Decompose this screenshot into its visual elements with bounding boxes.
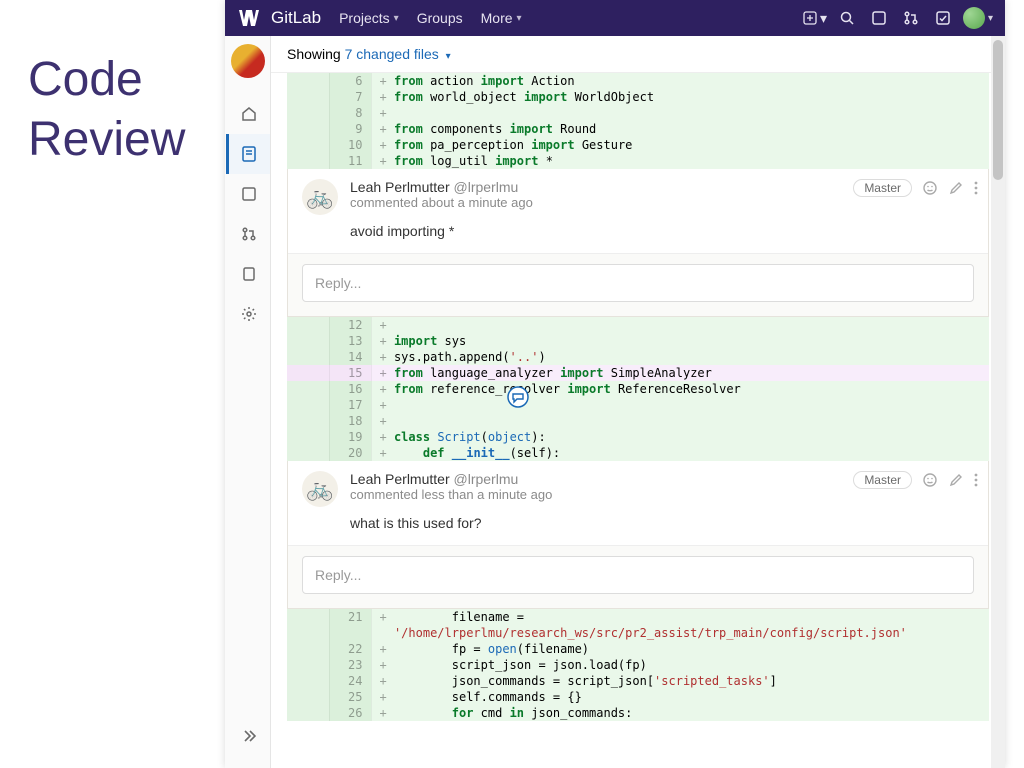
search-icon[interactable] [833, 4, 861, 32]
code-line[interactable]: 20+ def __init__(self): [287, 445, 989, 461]
comment-body: what is this used for? [288, 511, 988, 545]
comment-timestamp: commented less than a minute ago [350, 487, 552, 502]
code-line[interactable]: 14+ sys.path.append('..') [287, 349, 989, 365]
nav-more[interactable]: More▾ [481, 10, 522, 26]
reply-input[interactable]: Reply... [302, 556, 974, 594]
todos-icon[interactable] [929, 4, 957, 32]
chevron-down-icon: ▾ [517, 13, 522, 24]
slide-title-line2: Review [28, 110, 185, 170]
issues-icon[interactable] [865, 4, 893, 32]
chevron-down-icon: ▾ [446, 51, 451, 62]
code-line[interactable]: 16+ from reference_resolver import Refer… [287, 381, 989, 397]
slide-title-line1: Code [28, 50, 185, 110]
comment-timestamp: commented about a minute ago [350, 195, 533, 210]
slide-title: Code Review [28, 50, 185, 170]
edit-icon[interactable] [948, 180, 964, 196]
scrollbar-thumb[interactable] [993, 40, 1003, 180]
code-line[interactable]: '/home/lrperlmu/research_ws/src/pr2_assi… [287, 625, 989, 641]
sidebar-item-snippets[interactable] [226, 254, 270, 294]
chevron-down-icon: ▾ [820, 10, 827, 27]
code-line[interactable]: 6+ from action import Action [287, 73, 989, 89]
sidebar-expand[interactable] [226, 716, 270, 756]
sidebar-item-home[interactable] [226, 94, 270, 134]
line-comment-indicator[interactable] [507, 386, 529, 408]
chevron-down-icon: ▾ [394, 13, 399, 24]
code-table-c: 21+ filename = '/home/lrperlmu/research_… [287, 609, 989, 721]
more-icon[interactable] [974, 180, 978, 196]
commenter-identity: Leah Perlmutter @lrperlmu [350, 179, 533, 195]
sidebar-item-merge-requests[interactable] [226, 214, 270, 254]
comment-card-b: 🚲 Leah Perlmutter @lrperlmu commented le… [287, 461, 989, 609]
gitlab-app-frame: GitLab Projects▾ Groups More▾ ▾ ▾ [225, 0, 1005, 768]
code-line[interactable]: 18+ [287, 413, 989, 429]
code-line[interactable]: 12+ [287, 317, 989, 333]
commenter-name: Leah Perlmutter [350, 179, 450, 195]
nav-groups[interactable]: Groups [417, 10, 463, 26]
changed-files-link[interactable]: 7 changed files ▾ [345, 46, 451, 62]
code-line[interactable]: 8+ [287, 105, 989, 121]
commenter-name: Leah Perlmutter [350, 471, 450, 487]
user-avatar[interactable] [963, 7, 985, 29]
sidebar-item-issues[interactable] [226, 174, 270, 214]
code-line[interactable]: 22+ fp = open(filename) [287, 641, 989, 657]
role-badge: Master [853, 471, 912, 489]
commenter-handle: @lrperlmu [454, 179, 519, 195]
sidebar-item-repository[interactable] [226, 134, 270, 174]
sidebar [225, 36, 271, 768]
new-dropdown[interactable]: ▾ [801, 4, 829, 32]
code-line[interactable]: 25+ self.commands = {} [287, 689, 989, 705]
chevron-down-icon: ▾ [988, 13, 993, 24]
sidebar-item-settings[interactable] [226, 294, 270, 334]
showing-prefix: Showing [287, 46, 345, 62]
uw-logo[interactable] [237, 6, 261, 30]
code-line[interactable]: 23+ script_json = json.load(fp) [287, 657, 989, 673]
code-line[interactable]: 19+ class Script(object): [287, 429, 989, 445]
edit-icon[interactable] [948, 472, 964, 488]
code-table-a: 6+ from action import Action7+ from worl… [287, 73, 989, 169]
emoji-icon[interactable] [922, 180, 938, 196]
diff-content: Showing 7 changed files ▾ 6+ from action… [271, 36, 1005, 768]
code-line[interactable]: 9+ from components import Round [287, 121, 989, 137]
code-table-b: 12+ 13+ import sys14+ sys.path.append('.… [287, 317, 989, 461]
project-avatar[interactable] [231, 44, 265, 78]
more-icon[interactable] [974, 472, 978, 488]
nav-projects[interactable]: Projects▾ [339, 10, 399, 26]
emoji-icon[interactable] [922, 472, 938, 488]
commenter-handle: @lrperlmu [454, 471, 519, 487]
code-line[interactable]: 13+ import sys [287, 333, 989, 349]
comment-body: avoid importing * [288, 219, 988, 253]
code-line[interactable]: 24+ json_commands = script_json['scripte… [287, 673, 989, 689]
merge-requests-icon[interactable] [897, 4, 925, 32]
code-line[interactable]: 10+ from pa_perception import Gesture [287, 137, 989, 153]
commenter-avatar[interactable]: 🚲 [302, 179, 338, 215]
code-line[interactable]: 11+ from log_util import * [287, 153, 989, 169]
commenter-avatar[interactable]: 🚲 [302, 471, 338, 507]
role-badge: Master [853, 179, 912, 197]
code-line[interactable]: 17+ [287, 397, 989, 413]
scrollbar[interactable] [991, 36, 1005, 768]
comment-card-a: 🚲 Leah Perlmutter @lrperlmu commented ab… [287, 169, 989, 317]
diff-block-a: 6+ from action import Action7+ from worl… [287, 73, 989, 169]
diff-block-c: 21+ filename = '/home/lrperlmu/research_… [287, 609, 989, 721]
changed-files-bar: Showing 7 changed files ▾ [271, 36, 1005, 73]
code-line[interactable]: 15+ from language_analyzer import Simple… [287, 365, 989, 381]
top-nav: GitLab Projects▾ Groups More▾ ▾ ▾ [225, 0, 1005, 36]
diff-block-b: 12+ 13+ import sys14+ sys.path.append('.… [287, 317, 989, 461]
brand-label[interactable]: GitLab [271, 8, 321, 28]
code-line[interactable]: 21+ filename = [287, 609, 989, 625]
code-line[interactable]: 26+ for cmd in json_commands: [287, 705, 989, 721]
commenter-identity: Leah Perlmutter @lrperlmu [350, 471, 552, 487]
code-line[interactable]: 7+ from world_object import WorldObject [287, 89, 989, 105]
reply-input[interactable]: Reply... [302, 264, 974, 302]
